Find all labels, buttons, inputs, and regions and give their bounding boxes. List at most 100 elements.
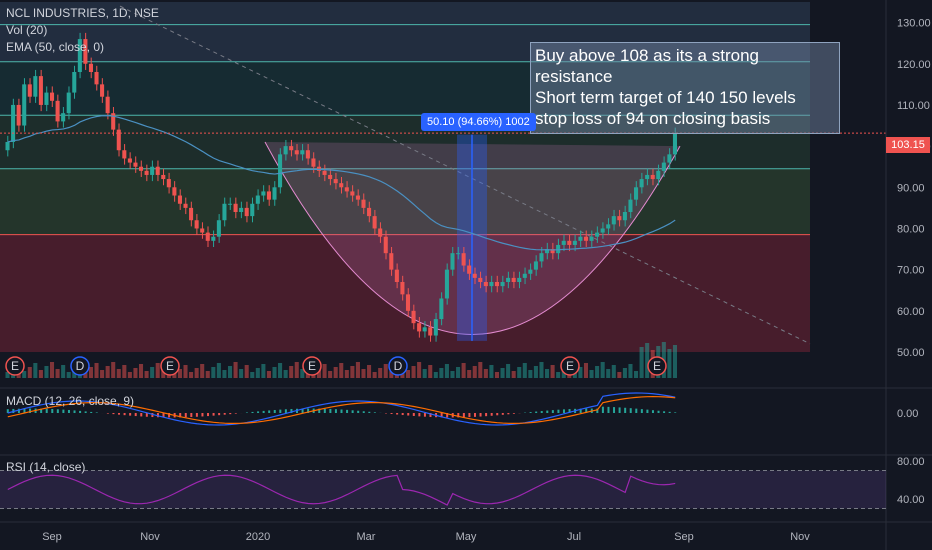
candle [567,240,572,245]
volume-bar [522,363,527,378]
time-tick: Sep [674,531,694,543]
volume-bar [478,362,483,378]
candle [428,327,433,336]
macd-histogram-bar [407,413,410,416]
price-tick: 70.00 [897,265,925,277]
candle [133,162,138,167]
macd-histogram-bar [357,410,360,413]
time-tick: Jul [567,531,581,543]
volume-bar [150,367,155,378]
candle [166,179,171,188]
volume-bar [189,372,194,378]
volume-bar [105,366,110,378]
price-range-label[interactable]: 50.10 (94.66%) 1002 [421,113,536,131]
macd-histogram-bar [651,410,654,413]
macd-histogram-bar [123,413,126,416]
note-line-buy: Buy above 108 as its a strong resistance [535,46,759,86]
candle [572,240,577,245]
candle [216,220,221,237]
macd-histogram-bar [62,409,65,413]
volume-bar [44,366,49,378]
candle [322,170,327,175]
candle [667,154,672,163]
time-tick: May [456,531,477,543]
volume-bar [133,368,138,378]
macd-histogram-bar [507,413,510,415]
volume-bar [533,366,538,378]
candle [16,104,21,126]
candle [61,113,66,122]
time-tick: 2020 [246,531,270,543]
time-tick: Nov [790,531,810,543]
candle [144,170,149,175]
candle [283,146,288,155]
volume-bar [456,367,461,378]
candle [617,216,622,221]
volume-bar [116,369,121,378]
volume-bar [517,367,522,378]
macd-histogram-bar [362,411,365,413]
note-line-stop: stop loss of 94 on closing basis [535,109,771,128]
trade-note[interactable]: Buy above 108 as its a strong resistance… [530,42,840,134]
rsi-legend[interactable]: RSI (14, close) [6,460,85,474]
macd-histogram-bar [468,413,471,418]
symbol-legend[interactable]: NCL INDUSTRIES, 1D, NSE [6,6,159,20]
macd-histogram-bar [90,411,93,413]
macd-histogram-bar [329,408,332,413]
volume-bar [422,369,427,378]
macd-histogram-bar [613,407,616,413]
volume-bar [328,371,333,378]
ema-legend[interactable]: EMA (50, close, 0) [6,40,104,54]
macd-histogram-bar [351,410,354,413]
volume-bar [272,367,277,378]
macd-histogram-bar [412,413,415,416]
volume-bar [617,372,622,378]
volume-bar [483,369,488,378]
candle [250,203,255,217]
volume-bar [222,370,227,378]
candle [239,207,244,212]
macd-histogram-bar [284,409,287,413]
candle [606,224,611,229]
volume-bar [339,363,344,378]
volume-bar [489,365,494,378]
volume-bar [428,365,433,378]
macd-histogram-bar [129,413,132,416]
candle [533,261,538,270]
candle [483,282,488,287]
event-label: D [76,359,85,373]
candle [311,158,316,167]
candle [88,63,93,72]
macd-histogram-bar [190,413,193,418]
volume-bar [461,363,466,378]
candle [266,191,271,200]
volume-bar [372,372,377,378]
candle [105,96,110,114]
candle [316,166,322,171]
price-tick: 120.00 [897,59,931,71]
volume-bar [289,366,294,378]
macd-histogram-bar [334,409,337,413]
candle [622,212,627,221]
macd-histogram-bar [262,410,265,413]
volume-legend[interactable]: Vol (20) [6,23,47,37]
macd-histogram-bar [668,411,671,413]
candle [333,179,338,184]
candle [350,191,355,196]
volume-bar [200,364,205,378]
volume-bar [61,365,66,378]
candle [233,203,238,212]
macd-histogram-bar [629,408,632,413]
macd-legend[interactable]: MACD (12, 26, close, 9) [6,394,134,408]
event-label: D [394,359,403,373]
candle [38,76,43,105]
macd-histogram-bar [229,413,232,415]
macd-histogram-bar [423,413,426,417]
candle [94,72,99,85]
volume-bar [211,367,216,378]
candle [472,273,477,278]
volume-bar [33,363,38,378]
macd-histogram-bar [245,412,248,413]
volume-bar [556,372,561,378]
candle [127,158,132,163]
